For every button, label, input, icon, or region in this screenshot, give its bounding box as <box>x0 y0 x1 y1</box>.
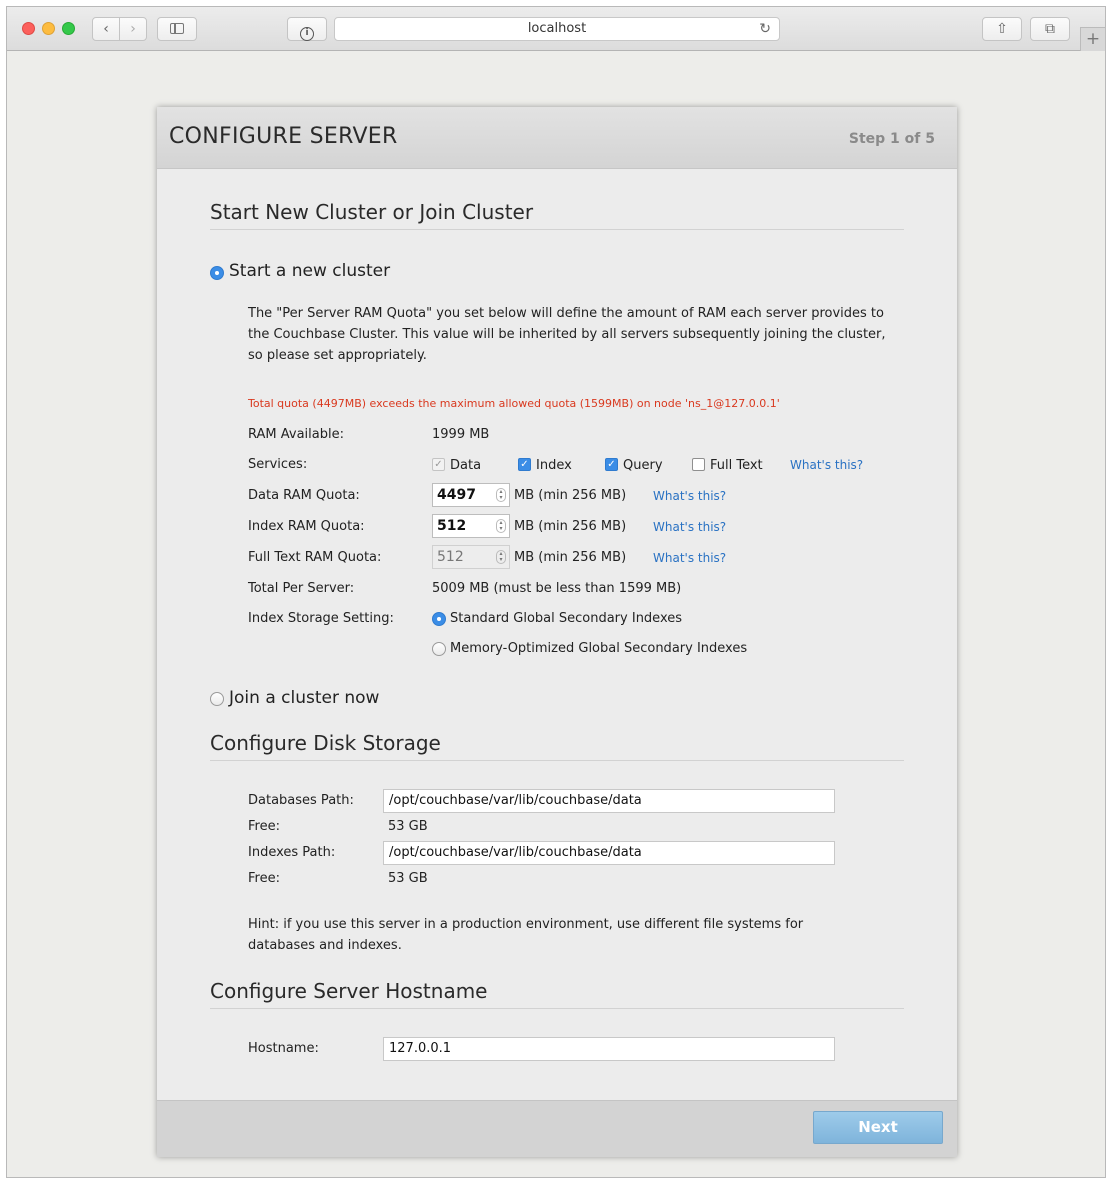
data-quota-unit: MB (min 256 MB) <box>514 488 627 503</box>
databases-free-value: 53 GB <box>388 819 428 834</box>
fulltext-ram-quota-label: Full Text RAM Quota: <box>248 550 382 565</box>
quota-error-message: Total quota (4497MB) exceeds the maximum… <box>248 397 780 410</box>
zoom-window-button[interactable] <box>62 22 75 35</box>
stepper-arrows-icon: ▴ ▾ <box>496 550 506 564</box>
index-ram-quota-value: 512 <box>437 518 467 534</box>
share-button[interactable]: ⇧ <box>982 17 1022 41</box>
minimize-window-button[interactable] <box>42 22 55 35</box>
close-window-button[interactable] <box>22 22 35 35</box>
stepper-arrows-icon[interactable]: ▴ ▾ <box>496 488 506 502</box>
service-data-label: Data <box>450 458 482 473</box>
hostname-input[interactable]: 127.0.0.1 <box>383 1037 835 1061</box>
indexes-free-label: Free: <box>248 871 280 886</box>
index-quota-whats-this-link[interactable]: What's this? <box>653 520 726 534</box>
dialog-header: CONFIGURE SERVER Step 1 of 5 <box>157 107 957 169</box>
services-label: Services: <box>248 457 308 472</box>
service-data-checkbox: ✓ <box>432 458 445 471</box>
ram-available-value: 1999 MB <box>432 427 490 442</box>
index-ram-quota-label: Index RAM Quota: <box>248 519 365 534</box>
fulltext-quota-unit: MB (min 256 MB) <box>514 550 627 565</box>
service-index-label: Index <box>536 458 572 473</box>
disk-hint: Hint: if you use this server in a produc… <box>248 917 804 953</box>
chevron-right-icon: › <box>130 21 136 37</box>
tabs-icon: ⧉ <box>1045 21 1055 37</box>
privacy-report-button[interactable]: i <box>287 17 327 41</box>
hostname-section-title: Configure Server Hostname <box>210 979 488 1003</box>
service-fulltext-label: Full Text <box>710 458 763 473</box>
fulltext-ram-quota-stepper: 512 ▴ ▾ <box>432 545 510 569</box>
indexes-free-value: 53 GB <box>388 871 428 886</box>
hostname-label: Hostname: <box>248 1041 319 1056</box>
cluster-section-title: Start New Cluster or Join Cluster <box>210 200 534 224</box>
index-storage-standard-label: Standard Global Secondary Indexes <box>450 611 683 626</box>
divider <box>210 1008 904 1009</box>
plus-icon: + <box>1085 29 1101 49</box>
total-per-server-value: 5009 MB (must be less than 1599 MB) <box>432 581 682 596</box>
ram-available-label: RAM Available: <box>248 427 344 442</box>
browser-toolbar: ‹ › i localhost ↻ ⇧ ⧉ + <box>7 7 1106 51</box>
divider <box>210 760 904 761</box>
info-icon: i <box>300 27 314 41</box>
databases-free-label: Free: <box>248 819 280 834</box>
sidebar-toggle-button[interactable] <box>157 17 197 41</box>
indexes-path-label: Indexes Path: <box>248 845 336 860</box>
start-new-cluster-radio[interactable] <box>210 266 224 280</box>
fulltext-ram-quota-value: 512 <box>437 549 464 565</box>
address-bar[interactable]: localhost ↻ <box>334 17 780 41</box>
service-query-label: Query <box>623 458 663 473</box>
total-per-server-label: Total Per Server: <box>248 581 355 596</box>
indexes-path-input[interactable]: /opt/couchbase/var/lib/couchbase/data <box>383 841 835 865</box>
service-index-checkbox[interactable]: ✓ <box>518 458 531 471</box>
address-text: localhost <box>527 21 587 36</box>
start-new-cluster-label: Start a new cluster <box>229 261 391 281</box>
stepper-arrows-icon[interactable]: ▴ ▾ <box>496 519 506 533</box>
dialog-footer: Next <box>157 1100 957 1157</box>
data-ram-quota-stepper[interactable]: 4497 ▴ ▾ <box>432 483 510 507</box>
services-whats-this-link[interactable]: What's this? <box>790 458 863 472</box>
index-storage-label: Index Storage Setting: <box>248 611 394 626</box>
back-button[interactable]: ‹ <box>92 17 120 41</box>
chevron-left-icon: ‹ <box>103 21 109 37</box>
reload-icon[interactable]: ↻ <box>759 18 771 40</box>
sidebar-icon <box>170 23 184 34</box>
new-tab-button[interactable]: + <box>1080 27 1106 51</box>
ram-quota-description: The "Per Server RAM Quota" you set below… <box>248 306 886 363</box>
databases-path-label: Databases Path: <box>248 793 354 808</box>
index-ram-quota-stepper[interactable]: 512 ▴ ▾ <box>432 514 510 538</box>
service-fulltext-checkbox[interactable] <box>692 458 705 471</box>
share-icon: ⇧ <box>996 21 1008 37</box>
index-quota-unit: MB (min 256 MB) <box>514 519 627 534</box>
databases-path-input[interactable]: /opt/couchbase/var/lib/couchbase/data <box>383 789 835 813</box>
index-storage-memopt-radio[interactable] <box>432 642 446 656</box>
forward-button[interactable]: › <box>119 17 147 41</box>
fulltext-quota-whats-this-link[interactable]: What's this? <box>653 551 726 565</box>
configure-server-dialog: CONFIGURE SERVER Step 1 of 5 Start New C… <box>157 107 957 1157</box>
step-indicator: Step 1 of 5 <box>848 131 935 147</box>
join-cluster-radio[interactable] <box>210 692 224 706</box>
data-ram-quota-value: 4497 <box>437 487 476 503</box>
data-ram-quota-label: Data RAM Quota: <box>248 488 360 503</box>
service-query-checkbox[interactable]: ✓ <box>605 458 618 471</box>
data-quota-whats-this-link[interactable]: What's this? <box>653 489 726 503</box>
next-button[interactable]: Next <box>813 1111 943 1144</box>
disk-section-title: Configure Disk Storage <box>210 731 441 755</box>
dialog-title: CONFIGURE SERVER <box>169 124 398 149</box>
divider <box>210 229 904 230</box>
index-storage-memopt-label: Memory-Optimized Global Secondary Indexe… <box>450 641 748 656</box>
tab-overview-button[interactable]: ⧉ <box>1030 17 1070 41</box>
browser-window: ‹ › i localhost ↻ ⇧ ⧉ + CONFIGURE SERVER… <box>6 6 1106 1178</box>
index-storage-standard-radio[interactable] <box>432 612 446 626</box>
join-cluster-label: Join a cluster now <box>229 688 380 708</box>
